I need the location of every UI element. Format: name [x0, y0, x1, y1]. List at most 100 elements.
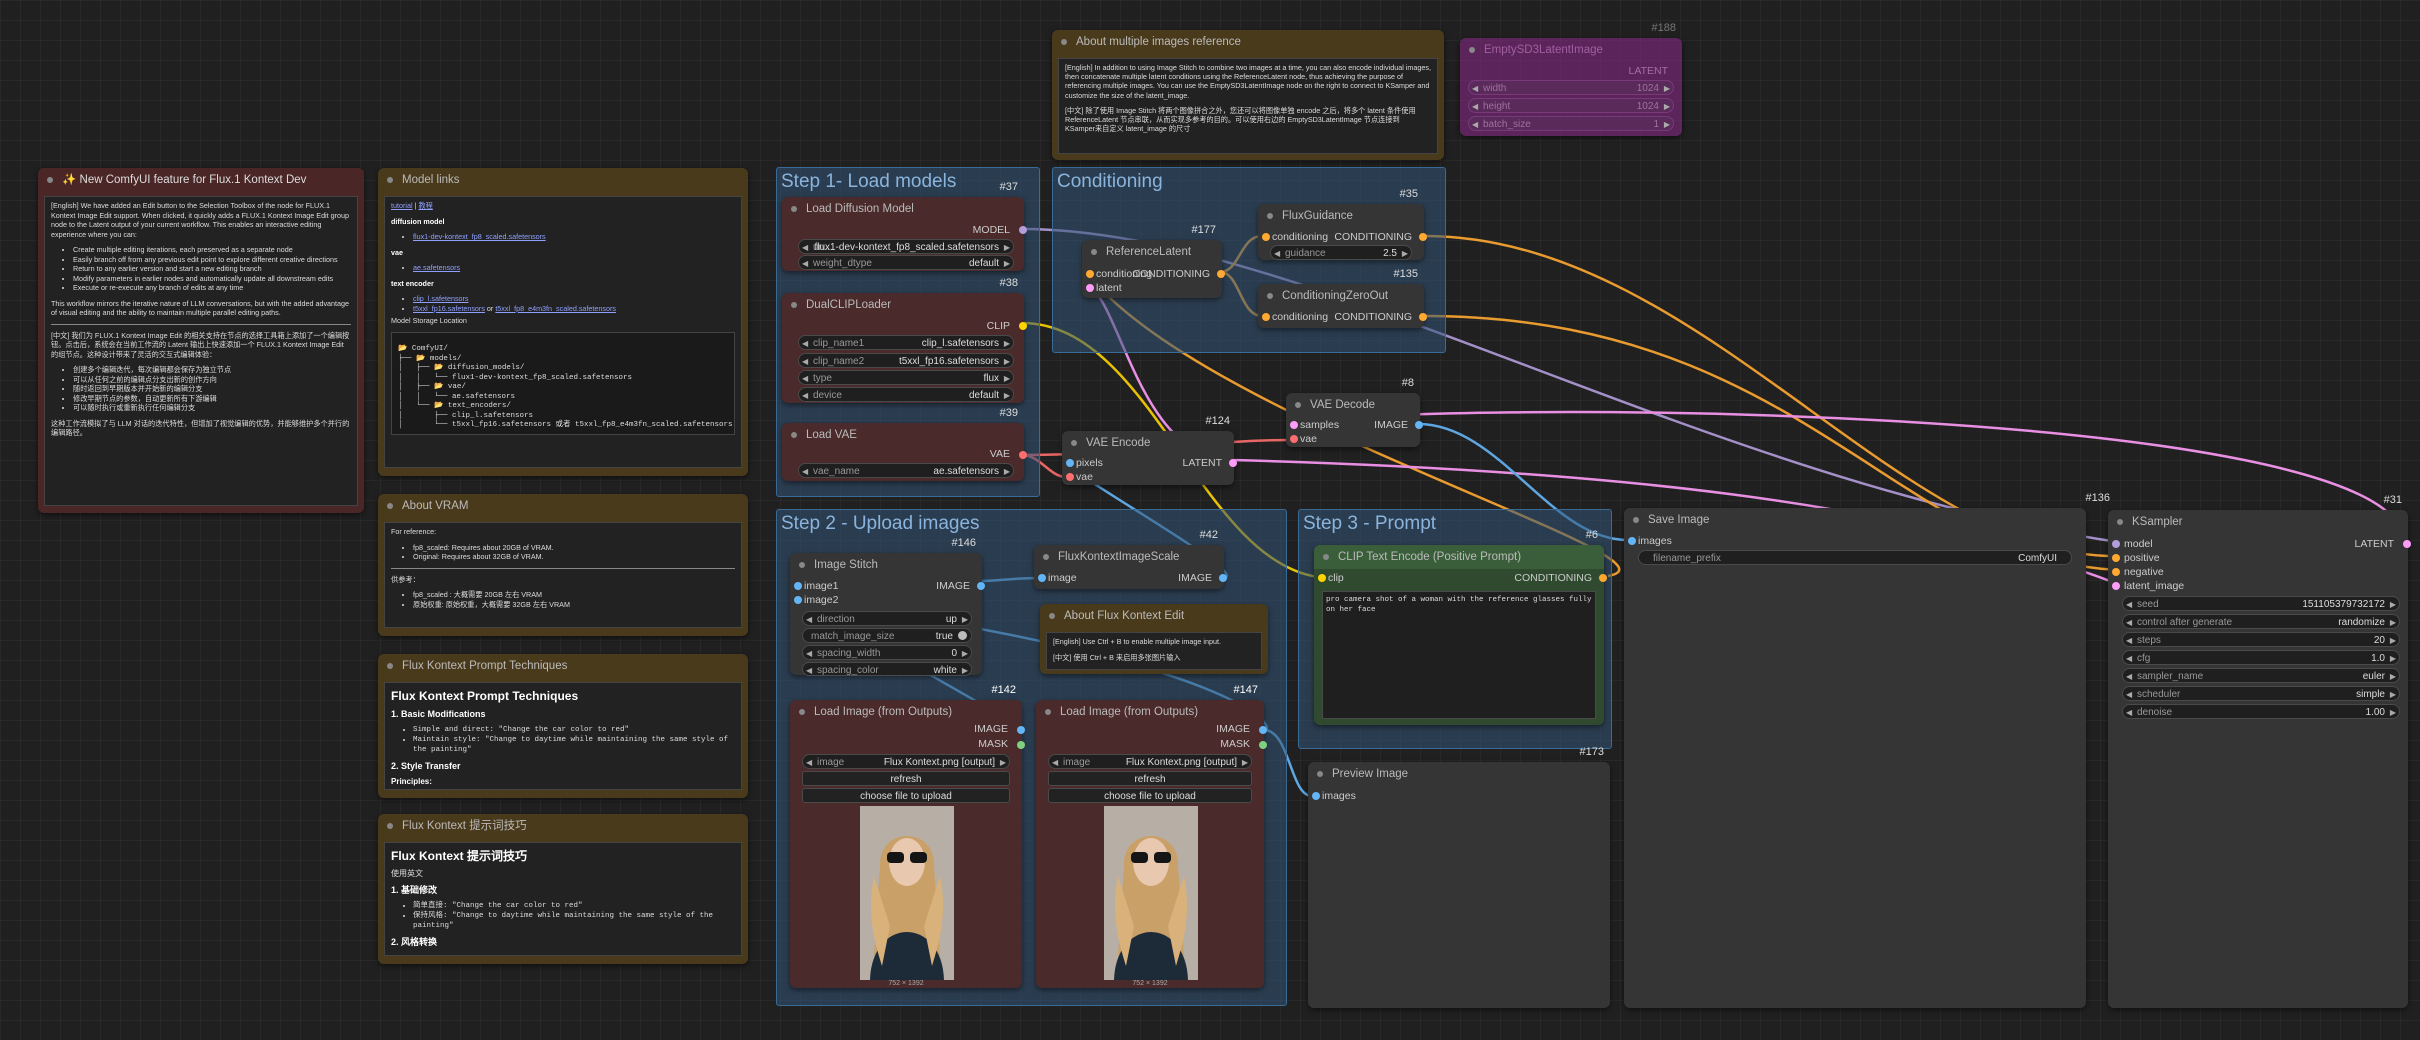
t5xxl-fp8-link[interactable]: t5xxl_fp8_e4m3fn_scaled.safetensors [495, 304, 616, 313]
output-mask[interactable]: MASK [978, 737, 1008, 751]
node-title[interactable]: Image Stitch [790, 553, 982, 577]
widget-seed[interactable]: seed 151105379732172 [2122, 596, 2400, 612]
socket-model-in[interactable] [2112, 540, 2120, 548]
widget-filename-prefix[interactable]: filename_prefix ComfyUI [1638, 550, 2072, 565]
widget-steps[interactable]: steps 20 [2122, 632, 2400, 648]
node-title[interactable]: VAE Decode [1286, 393, 1420, 417]
socket-image-out[interactable] [1017, 726, 1025, 734]
socket-conditioning-in[interactable] [1086, 270, 1094, 278]
socket-conditioning-out[interactable] [1217, 270, 1225, 278]
refresh-button[interactable]: refresh [1048, 771, 1252, 786]
socket-image1-in[interactable] [794, 582, 802, 590]
widget-spacing-color[interactable]: spacing_color white [802, 662, 972, 678]
socket-clip[interactable] [1019, 322, 1027, 330]
socket-vae-in[interactable] [1290, 435, 1298, 443]
tutorial-cn-link[interactable]: 教程 [418, 201, 432, 210]
socket-model[interactable] [1019, 226, 1027, 234]
widget-clip-name1[interactable]: clip_name1 clip_l.safetensors [798, 335, 1014, 351]
output-mask[interactable]: MASK [1220, 737, 1250, 751]
input-latent-image[interactable]: latent_image [2124, 579, 2184, 593]
t5xxl-fp16-link[interactable]: t5xxl_fp16.safetensors [413, 304, 485, 313]
input-negative[interactable]: negative [2124, 565, 2164, 579]
socket-image2-in[interactable] [794, 596, 802, 604]
socket-latent-out[interactable] [2403, 540, 2411, 548]
node-reference-latent[interactable]: #177 ReferenceLatent conditioning CONDIT… [1082, 224, 1225, 298]
widget-device[interactable]: device default [798, 387, 1014, 403]
widget-cfg[interactable]: cfg 1.0 [2122, 650, 2400, 666]
socket-mask-out[interactable] [1259, 741, 1267, 749]
node-load-vae[interactable]: #39 Load VAE VAE vae_name ae.safetensors [782, 407, 1027, 481]
output-clip[interactable]: CLIP [987, 319, 1010, 333]
node-vae-encode[interactable]: #124 VAE Encode pixels LATENT vae [1062, 415, 1237, 485]
socket-pixels-in[interactable] [1066, 459, 1074, 467]
node-conditioning-zero-out[interactable]: #135 ConditioningZeroOut conditioning CO… [1258, 268, 1427, 328]
node-title[interactable]: CLIP Text Encode (Positive Prompt) [1314, 545, 1604, 569]
input-vae[interactable]: vae [1076, 470, 1093, 484]
note-about-edit[interactable]: About Flux Kontext Edit [English] Use Ct… [1040, 604, 1268, 674]
output-vae[interactable]: VAE [990, 447, 1010, 461]
node-vae-decode[interactable]: #8 VAE Decode samples IMAGE vae [1286, 377, 1423, 447]
note-techniques-en[interactable]: Flux Kontext Prompt Techniques Flux Kont… [378, 654, 748, 798]
widget-height[interactable]: height 1024 [1468, 98, 1674, 114]
node-title[interactable]: FluxGuidance [1258, 204, 1424, 228]
widget-scheduler[interactable]: scheduler simple [2122, 686, 2400, 702]
vae-link[interactable]: ae.safetensors [413, 263, 460, 272]
node-load-image-2[interactable]: #147 Load Image (from Outputs) IMAGE MAS… [1036, 684, 1267, 988]
socket-latent-in[interactable] [2112, 582, 2120, 590]
output-latent[interactable]: LATENT [1629, 64, 1668, 78]
input-vae[interactable]: vae [1300, 432, 1317, 446]
socket-image-out[interactable] [1415, 421, 1423, 429]
tutorial-link[interactable]: tutorial [391, 201, 413, 210]
output-image[interactable]: IMAGE [1216, 722, 1250, 736]
socket-conditioning-in[interactable] [1262, 313, 1270, 321]
node-title[interactable]: ConditioningZeroOut [1258, 284, 1424, 308]
widget-unet-name[interactable]: un...flux1-dev-kontext_fp8_scaled.safete… [798, 239, 1014, 255]
output-image[interactable]: IMAGE [1374, 418, 1408, 432]
widget-image-select[interactable]: image Flux Kontext.png [output] [802, 754, 1010, 770]
node-ksampler[interactable]: #31 KSampler model LATENT positive negat… [2108, 494, 2411, 1008]
output-image[interactable]: IMAGE [1178, 571, 1212, 585]
widget-denoise[interactable]: denoise 1.00 [2122, 704, 2400, 720]
widget-weight-dtype[interactable]: weight_dtype default [798, 255, 1014, 271]
prompt-textarea[interactable]: pro camera shot of a woman with the refe… [1322, 591, 1596, 719]
input-image2[interactable]: image2 [804, 593, 838, 607]
input-image1[interactable]: image1 [804, 579, 838, 593]
output-conditioning[interactable]: CONDITIONING [1132, 267, 1210, 281]
node-load-diffusion-model[interactable]: #37 Load Diffusion Model MODEL un...flux… [782, 181, 1027, 271]
input-conditioning[interactable]: conditioning [1272, 310, 1328, 324]
node-save-image[interactable]: #136 Save Image images filename_prefix Co… [1624, 492, 2110, 1008]
output-image[interactable]: IMAGE [974, 722, 1008, 736]
choose-file-button[interactable]: choose file to upload [1048, 788, 1252, 803]
socket-samples-in[interactable] [1290, 421, 1298, 429]
socket-conditioning-out[interactable] [1599, 574, 1607, 582]
widget-type[interactable]: type flux [798, 370, 1014, 386]
output-conditioning[interactable]: CONDITIONING [1514, 571, 1592, 585]
input-clip[interactable]: clip [1328, 571, 1344, 585]
socket-image-out[interactable] [1259, 726, 1267, 734]
socket-image-out[interactable] [1219, 574, 1227, 582]
socket-image-out[interactable] [977, 582, 985, 590]
node-title[interactable]: Load VAE [782, 423, 1024, 447]
node-image-stitch[interactable]: #146 Image Stitch image1 IMAGE image2 di… [790, 537, 985, 678]
widget-clip-name2[interactable]: clip_name2 t5xxl_fp16.safetensors [798, 353, 1014, 369]
input-samples[interactable]: samples [1300, 418, 1339, 432]
widget-image-select[interactable]: image Flux Kontext.png [output] [1048, 754, 1252, 770]
socket-negative-in[interactable] [2112, 568, 2120, 576]
widget-control-after-generate[interactable]: control after generate randomize [2122, 614, 2400, 630]
input-conditioning[interactable]: conditioning [1272, 230, 1328, 244]
socket-conditioning-in[interactable] [1262, 233, 1270, 241]
note-vram[interactable]: About VRAM For reference: fp8_scaled: Re… [378, 494, 748, 636]
widget-width[interactable]: width 1024 [1468, 80, 1674, 96]
node-title[interactable]: EmptySD3LatentImage [1460, 38, 1682, 62]
input-latent[interactable]: latent [1096, 281, 1122, 295]
node-preview-image[interactable]: #173 Preview Image images [1308, 746, 1610, 1008]
input-model[interactable]: model [2124, 537, 2153, 551]
socket-mask-out[interactable] [1017, 741, 1025, 749]
output-latent[interactable]: LATENT [2355, 537, 2394, 551]
node-title[interactable]: ReferenceLatent [1082, 240, 1222, 264]
socket-images-in[interactable] [1312, 792, 1320, 800]
socket-images-in[interactable] [1628, 537, 1636, 545]
node-title[interactable]: FluxKontextImageScale [1034, 545, 1224, 569]
note-model-links[interactable]: Model links tutorial | 教程 diffusion mode… [378, 168, 748, 476]
node-title[interactable]: Preview Image [1308, 762, 1610, 786]
